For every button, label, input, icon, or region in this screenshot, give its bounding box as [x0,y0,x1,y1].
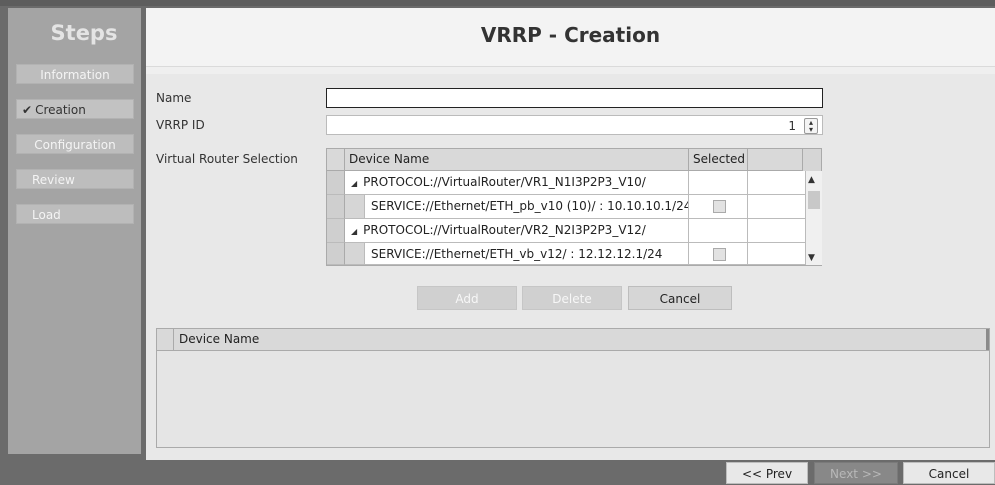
row-header [327,243,345,265]
cancel-button[interactable]: Cancel [903,462,995,484]
row-header [327,195,345,219]
sidebar-title: Steps [50,21,118,45]
filler-cell [748,219,805,243]
row-text: PROTOCOL://VirtualRouter/VR1_N1I3P2P3_V1… [363,175,646,189]
step-label: Load [32,208,61,222]
add-button[interactable]: Add [417,286,517,310]
scroll-up-icon[interactable]: ▲ [808,175,815,185]
step-load[interactable]: Load [16,204,134,224]
vrrp-id-label: VRRP ID [156,118,205,132]
step-label: Review [32,173,75,187]
selected-cell [689,171,748,195]
selected-checkbox[interactable] [713,200,726,213]
vrrp-id-field[interactable]: 1 ▴ ▾ [326,115,823,135]
column-filler [748,149,803,171]
indent-cell [345,195,365,219]
vrrp-id-value: 1 [788,119,796,133]
steps-sidebar: Steps Information ✔ Creation Configuratio… [8,8,141,454]
delete-button[interactable]: Delete [522,286,622,310]
step-information[interactable]: Information [16,64,134,84]
grid-corner-header [157,329,174,350]
header-end-bar [986,329,989,350]
column-selected[interactable]: Selected [689,149,748,171]
prev-button[interactable]: << Prev [726,462,808,484]
grid-corner-header [327,149,345,171]
column-device-name[interactable]: Device Name [179,329,259,350]
step-configuration[interactable]: Configuration [16,134,134,154]
virtual-router-label: Virtual Router Selection [156,152,298,166]
virtual-router-grid: Device Name Selected ◢ PROTOCOL://Virtual… [326,148,822,266]
tree-row-service[interactable]: SERVICE://Ethernet/ETH_pb_v10 (10)/ : 10… [365,195,689,219]
expand-triangle-icon[interactable]: ◢ [351,220,357,242]
next-button[interactable]: Next >> [814,462,898,484]
page-title: VRRP - Creation [480,23,661,47]
selected-cell [689,219,748,243]
filler-cell [748,195,805,219]
selected-devices-grid: Device Name [156,328,990,448]
row-header [327,219,345,243]
step-review[interactable]: Review [16,169,134,189]
step-label: Creation [35,103,86,117]
scroll-thumb[interactable] [808,191,820,209]
scroll-down-icon[interactable]: ▼ [808,253,815,263]
tree-row-service[interactable]: SERVICE://Ethernet/ETH_vb_v12/ : 12.12.1… [365,243,689,265]
name-label: Name [156,91,192,105]
indent-cell [345,243,365,265]
row-text: PROTOCOL://VirtualRouter/VR2_N2I3P2P3_V1… [363,223,646,237]
page-header: VRRP - Creation [146,8,995,67]
selected-grid-header: Device Name [157,329,989,351]
step-creation[interactable]: ✔ Creation [16,99,134,119]
creation-form: Name VRRP ID 1 ▴ ▾ Virtual Router Selecti… [146,74,995,460]
cancel-selection-button[interactable]: Cancel [628,286,732,310]
selected-checkbox[interactable] [713,248,726,261]
checkmark-icon: ✔ [22,103,33,117]
step-label: Configuration [34,138,116,152]
selected-cell [689,195,748,219]
top-border [0,0,995,6]
tree-row-protocol[interactable]: ◢ PROTOCOL://VirtualRouter/VR1_N1I3P2P3_V… [345,171,689,195]
grid-vertical-scrollbar[interactable]: ▲ ▼ [805,171,822,265]
step-label: Information [40,68,110,82]
row-header [327,171,345,195]
spinner-updown-icon[interactable]: ▴ ▾ [804,118,818,134]
selected-cell [689,243,748,265]
main-panel: VRRP - Creation Name VRRP ID 1 ▴ ▾ Virtua… [146,8,995,460]
tree-row-protocol[interactable]: ◢ PROTOCOL://VirtualRouter/VR2_N2I3P2P3_V… [345,219,689,243]
filler-cell [748,243,805,265]
name-input[interactable] [326,88,823,108]
column-device-name[interactable]: Device Name [345,149,689,171]
expand-triangle-icon[interactable]: ◢ [351,172,357,194]
filler-cell [748,171,805,195]
